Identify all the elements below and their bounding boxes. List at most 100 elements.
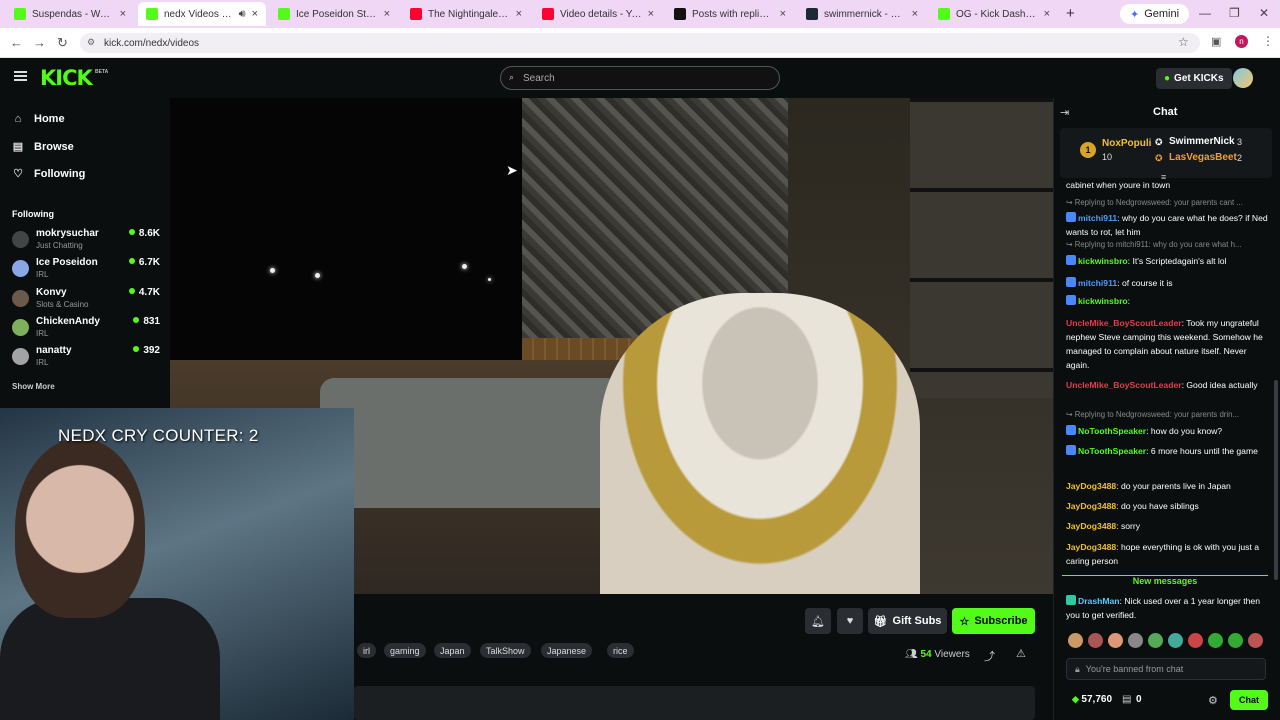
browser-tab[interactable]: OG - Kick Dashboard × [930, 2, 1058, 26]
chat-username[interactable]: mitchi911 [1078, 278, 1117, 288]
share-icon[interactable]: ⤴ [984, 648, 995, 664]
emote-icon[interactable] [1128, 633, 1143, 648]
emote-icon[interactable] [1248, 633, 1263, 648]
subscribe-button[interactable]: ☆ Subscribe [952, 608, 1035, 634]
stream-tag[interactable]: Japan [434, 643, 471, 658]
profile-avatar[interactable]: n [1235, 35, 1248, 48]
back-icon[interactable]: ← [10, 35, 23, 50]
browser-tab[interactable]: The Nightingale - YouT × [402, 2, 530, 26]
show-more-link[interactable]: Show More [12, 382, 55, 391]
chat-message: kickwinsbro: [1066, 294, 1268, 308]
emote-icon[interactable] [1188, 633, 1203, 648]
follow-heart-button[interactable]: ♥ [837, 608, 863, 634]
emote-icon[interactable] [1168, 633, 1183, 648]
chat-username[interactable]: DrashMan [1078, 596, 1120, 606]
following-channel[interactable]: Ice Poseidon IRL 6.7K [12, 257, 160, 283]
chat-username[interactable]: JayDog3488 [1066, 521, 1116, 531]
close-tab-icon[interactable]: × [780, 8, 786, 20]
collapse-chat-icon[interactable]: ⇥ [1060, 106, 1069, 119]
report-icon[interactable]: ⚠ [1016, 647, 1026, 660]
close-tab-icon[interactable]: × [648, 8, 654, 20]
top-gifter-name[interactable]: NoxPopuli [1102, 138, 1151, 149]
chat-username[interactable]: UncleMike_BoyScoutLeader [1066, 318, 1182, 328]
sidebar-item-home[interactable]: ⌂ Home [12, 113, 65, 125]
browser-tab[interactable]: swimmernick - streame × [798, 2, 926, 26]
reload-icon[interactable]: ↻ [57, 35, 68, 51]
minimize-icon[interactable]: — [1199, 6, 1211, 20]
sidebar-item-browse[interactable]: ▤ Browse [12, 140, 74, 154]
emote-icon[interactable] [1228, 633, 1243, 648]
viewer-label: Viewers [934, 649, 970, 660]
reply-preview[interactable]: ↪ Replying to Nedgrowsweed: your parents… [1066, 198, 1268, 207]
browser-tab[interactable]: Posts with replies by Ti × [666, 2, 794, 26]
gemini-icon: ✦ [1130, 8, 1140, 21]
emote-icon[interactable] [1088, 633, 1103, 648]
emote-icon[interactable] [1068, 633, 1083, 648]
gift-subs-button[interactable]: 🎁︎ Gift Subs [868, 608, 947, 634]
chat-username[interactable]: mitchi911 [1078, 213, 1117, 223]
reply-preview[interactable]: ↪ Replying to Nedgrowsweed: your parents… [1066, 410, 1268, 419]
chat-username[interactable]: NoToothSpeaker [1078, 446, 1146, 456]
chat-input[interactable]: 🔒︎ You're banned from chat [1066, 658, 1266, 680]
chat-username[interactable]: UncleMike_BoyScoutLeader [1066, 380, 1182, 390]
kicks-balance[interactable]: 57,760 [1072, 694, 1112, 705]
stream-tag[interactable]: Japanese [541, 643, 593, 658]
close-window-icon[interactable]: ✕ [1259, 6, 1269, 20]
channel-category: Slots & Casino [36, 299, 89, 309]
gifter-name[interactable]: SwimmerNick [1169, 136, 1235, 147]
emote-icon[interactable] [1108, 633, 1123, 648]
channel-category: IRL [36, 328, 49, 338]
chat-username[interactable]: NoToothSpeaker [1078, 426, 1146, 436]
site-info-icon[interactable]: ⚙ [87, 37, 95, 48]
chat-username[interactable]: JayDog3488 [1066, 542, 1116, 552]
tab-audio-icon[interactable]: 🔊︎ [239, 8, 246, 21]
get-kicks-button[interactable]: ● Get KICKs [1156, 68, 1232, 89]
search-input[interactable]: ⌕ Search [500, 66, 780, 90]
gifter-name[interactable]: LasVegasBeet [1169, 152, 1237, 163]
close-tab-icon[interactable]: × [120, 8, 126, 20]
chat-username[interactable]: kickwinsbro [1078, 296, 1128, 306]
following-channel[interactable]: nanatty IRL 392 [12, 345, 160, 371]
stream-tag[interactable]: TalkShow [480, 643, 531, 658]
notification-bell-button[interactable]: 🔔︎ [805, 608, 831, 634]
browser-tab[interactable]: Ice Poseidon Stream - V × [270, 2, 398, 26]
chat-message: JayDog3488: do you have siblings [1066, 499, 1268, 513]
stream-tag[interactable]: irl [357, 643, 376, 658]
url-input[interactable]: kick.com/nedx/videos [80, 33, 1200, 53]
hamburger-menu-icon[interactable] [14, 71, 27, 81]
forward-icon[interactable]: → [33, 35, 46, 50]
browser-tab[interactable]: Video details - YouTube × [534, 2, 662, 26]
chat-settings-icon[interactable]: ⚙ [1208, 694, 1218, 707]
chat-scrollbar[interactable] [1274, 380, 1278, 580]
kick-logo[interactable]: KICK [40, 66, 93, 90]
tab-favicon-icon [542, 8, 554, 20]
sidebar-item-following[interactable]: ♡ Following [12, 167, 85, 181]
following-channel[interactable]: mokrysuchar Just Chatting 8.6K [12, 228, 160, 254]
extensions-icon[interactable]: ▣ [1211, 35, 1221, 48]
browser-menu-icon[interactable]: ⋮ [1262, 34, 1274, 48]
chat-username[interactable]: JayDog3488 [1066, 501, 1116, 511]
emote-icon[interactable] [1148, 633, 1163, 648]
chat-username[interactable]: kickwinsbro [1078, 256, 1128, 266]
following-channel[interactable]: ChickenAndy IRL 831 [12, 316, 160, 342]
browser-tab[interactable]: nedx Videos - Watc 🔊︎ × [138, 2, 266, 26]
user-avatar[interactable] [1233, 68, 1253, 88]
reply-preview[interactable]: ↪ Replying to mitchi911: why do you care… [1066, 240, 1268, 249]
chat-username[interactable]: JayDog3488 [1066, 481, 1116, 491]
stream-tag[interactable]: gaming [384, 643, 426, 658]
stream-tag[interactable]: rice [607, 643, 634, 658]
new-tab-button[interactable]: + [1066, 5, 1075, 22]
gemini-button[interactable]: ✦ Gemini [1120, 4, 1190, 24]
bookmark-star-icon[interactable]: ☆ [1178, 35, 1189, 49]
close-tab-icon[interactable]: × [1044, 8, 1050, 20]
close-tab-icon[interactable]: × [912, 8, 918, 20]
following-channel[interactable]: Konvy Slots & Casino 4.7K [12, 287, 160, 313]
close-tab-icon[interactable]: × [516, 8, 522, 20]
send-chat-button[interactable]: Chat [1230, 690, 1268, 710]
close-tab-icon[interactable]: × [384, 8, 390, 20]
emote-icon[interactable] [1208, 633, 1223, 648]
gift-count[interactable]: 0 [1136, 694, 1142, 705]
maximize-icon[interactable]: ❐ [1229, 6, 1240, 20]
browser-tab[interactable]: Suspendas - Watch the × [6, 2, 134, 26]
close-tab-icon[interactable]: × [252, 8, 258, 20]
